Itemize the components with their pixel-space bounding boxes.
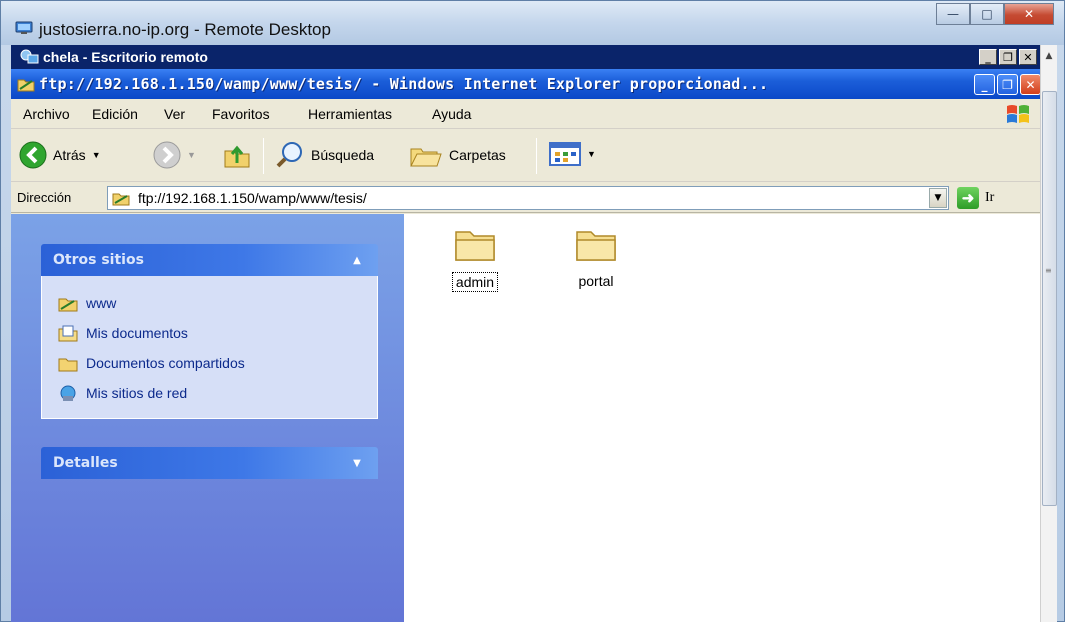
details-panel: Detalles ▼ (41, 447, 378, 479)
link-label: Mis sitios de red (86, 385, 188, 401)
search-label: Búsqueda (311, 147, 375, 163)
forward-arrow-icon (153, 141, 181, 169)
menu-edicion[interactable]: Edición (92, 106, 138, 122)
ftp-folder-icon (112, 193, 130, 206)
back-arrow-icon (19, 141, 47, 169)
file-list: admin portal (404, 214, 1043, 622)
vertical-scrollbar[interactable]: ▲ ≡ (1040, 45, 1057, 622)
address-bar: Dirección ftp://192.168.1.150/wamp/www/t… (11, 183, 1043, 213)
address-dropdown-icon[interactable]: ▼ (929, 188, 947, 208)
minimize-button[interactable]: — (936, 3, 970, 25)
ie-title: ftp://192.168.1.150/wamp/www/tesis/ - Wi… (39, 75, 769, 93)
menu-favoritos[interactable]: Favoritos (212, 106, 270, 122)
session-minimize-button[interactable]: _ (979, 49, 997, 65)
back-dropdown-icon[interactable]: ▼ (92, 150, 101, 160)
network-places-icon (60, 385, 76, 401)
chevron-up-icon[interactable]: ▲ (348, 252, 366, 270)
documents-folder-icon (58, 325, 78, 342)
grip-icon: ≡ (1045, 266, 1052, 275)
details-title: Detalles (53, 455, 118, 471)
ie-close-button[interactable]: ✕ (1020, 74, 1041, 95)
folder-icon (455, 231, 495, 261)
address-label: Dirección (17, 190, 72, 205)
minimize-icon: — (947, 7, 959, 21)
session-restore-button[interactable]: ❐ (999, 49, 1017, 65)
address-value: ftp://192.168.1.150/wamp/www/tesis/ (138, 190, 367, 206)
menu-ayuda[interactable]: Ayuda (432, 106, 471, 122)
folder-icon (576, 231, 616, 261)
remote-session-area: chela - Escritorio remoto _ ❐ ✕ ftp://19… (11, 45, 1057, 622)
other-places-list: www Mis documentos Documentos compartido… (41, 276, 378, 419)
remote-session-bar[interactable]: chela - Escritorio remoto _ ❐ ✕ (11, 45, 1057, 69)
go-arrow-icon: ➜ (957, 187, 979, 209)
go-button[interactable]: ➜ Ir (957, 187, 994, 209)
folders-icon (410, 148, 442, 167)
remote-desktop-titlebar[interactable]: justosierra.no-ip.org - Remote Desktop —… (1, 1, 1064, 45)
ie-minimize-button[interactable]: _ (974, 74, 995, 95)
details-header[interactable]: Detalles ▼ (41, 447, 378, 479)
standard-toolbar: Atrás ▼ ▼ Búsqueda Carpetas ▼ (11, 130, 1043, 182)
remote-desktop-icon (15, 21, 33, 34)
search-icon (276, 142, 302, 168)
folders-label: Carpetas (449, 147, 506, 163)
shared-folder-icon (58, 358, 78, 372)
address-input[interactable]: ftp://192.168.1.150/wamp/www/tesis/ ▼ (107, 186, 949, 210)
link-mis-documentos[interactable]: Mis documentos (58, 318, 367, 348)
folders-button[interactable]: Carpetas (409, 141, 506, 169)
ftp-folder-icon (17, 79, 35, 92)
maximize-button[interactable]: □ (970, 3, 1004, 25)
views-button[interactable]: ▼ (549, 141, 596, 167)
remote-session-title: chela - Escritorio remoto (43, 49, 208, 65)
views-dropdown-icon[interactable]: ▼ (587, 149, 596, 159)
up-folder-icon (224, 145, 250, 168)
session-close-button[interactable]: ✕ (1019, 49, 1037, 65)
chevron-down-icon[interactable]: ▼ (348, 455, 366, 473)
link-mis-sitios-de-red[interactable]: Mis sitios de red (58, 378, 367, 408)
menu-bar: Archivo Edición Ver Favoritos Herramient… (11, 99, 1043, 129)
folder-name: admin (451, 272, 499, 292)
other-places-panel: Otros sitios ▲ www Mis documentos Docume… (41, 244, 378, 419)
scroll-up-icon[interactable]: ▲ (1043, 51, 1055, 61)
remote-session-icon (20, 49, 39, 64)
search-button[interactable]: Búsqueda (275, 141, 374, 169)
link-label: Documentos compartidos (86, 355, 245, 371)
views-icon (549, 142, 581, 166)
go-label: Ir (985, 190, 995, 205)
explorer-content: Otros sitios ▲ www Mis documentos Docume… (11, 214, 1043, 622)
folder-item-admin[interactable]: admin (430, 224, 520, 292)
forward-button[interactable]: ▼ (153, 141, 196, 169)
close-icon: ✕ (1023, 7, 1035, 21)
back-button[interactable]: Atrás ▼ (19, 141, 101, 169)
menu-ver[interactable]: Ver (164, 106, 185, 122)
close-button[interactable]: ✕ (1004, 3, 1054, 25)
link-www[interactable]: www (58, 288, 367, 318)
scrollbar-thumb[interactable] (1042, 91, 1057, 506)
task-pane: Otros sitios ▲ www Mis documentos Docume… (11, 214, 404, 622)
window-title: justosierra.no-ip.org - Remote Desktop (39, 20, 331, 39)
maximize-icon: □ (981, 7, 993, 21)
ie-titlebar[interactable]: ftp://192.168.1.150/wamp/www/tesis/ - Wi… (11, 69, 1043, 99)
back-label: Atrás (53, 147, 86, 163)
toolbar-separator (263, 138, 264, 174)
folder-name: portal (578, 273, 614, 289)
menu-archivo[interactable]: Archivo (23, 106, 70, 122)
toolbar-separator (536, 138, 537, 174)
link-documentos-compartidos[interactable]: Documentos compartidos (58, 348, 367, 378)
other-places-header[interactable]: Otros sitios ▲ (41, 244, 378, 276)
menu-herramientas[interactable]: Herramientas (308, 106, 392, 122)
forward-dropdown-icon[interactable]: ▼ (187, 150, 196, 160)
ie-window: ftp://192.168.1.150/wamp/www/tesis/ - Wi… (11, 69, 1043, 622)
ie-restore-button[interactable]: ❐ (997, 74, 1018, 95)
link-label: Mis documentos (86, 325, 188, 341)
link-label: www (86, 295, 117, 311)
folder-item-portal[interactable]: portal (551, 224, 641, 290)
other-places-title: Otros sitios (53, 252, 144, 268)
windows-logo-icon (1007, 105, 1029, 123)
up-folder-button[interactable] (223, 141, 251, 169)
ftp-folder-icon (58, 298, 78, 312)
remote-desktop-window: justosierra.no-ip.org - Remote Desktop —… (0, 0, 1065, 622)
